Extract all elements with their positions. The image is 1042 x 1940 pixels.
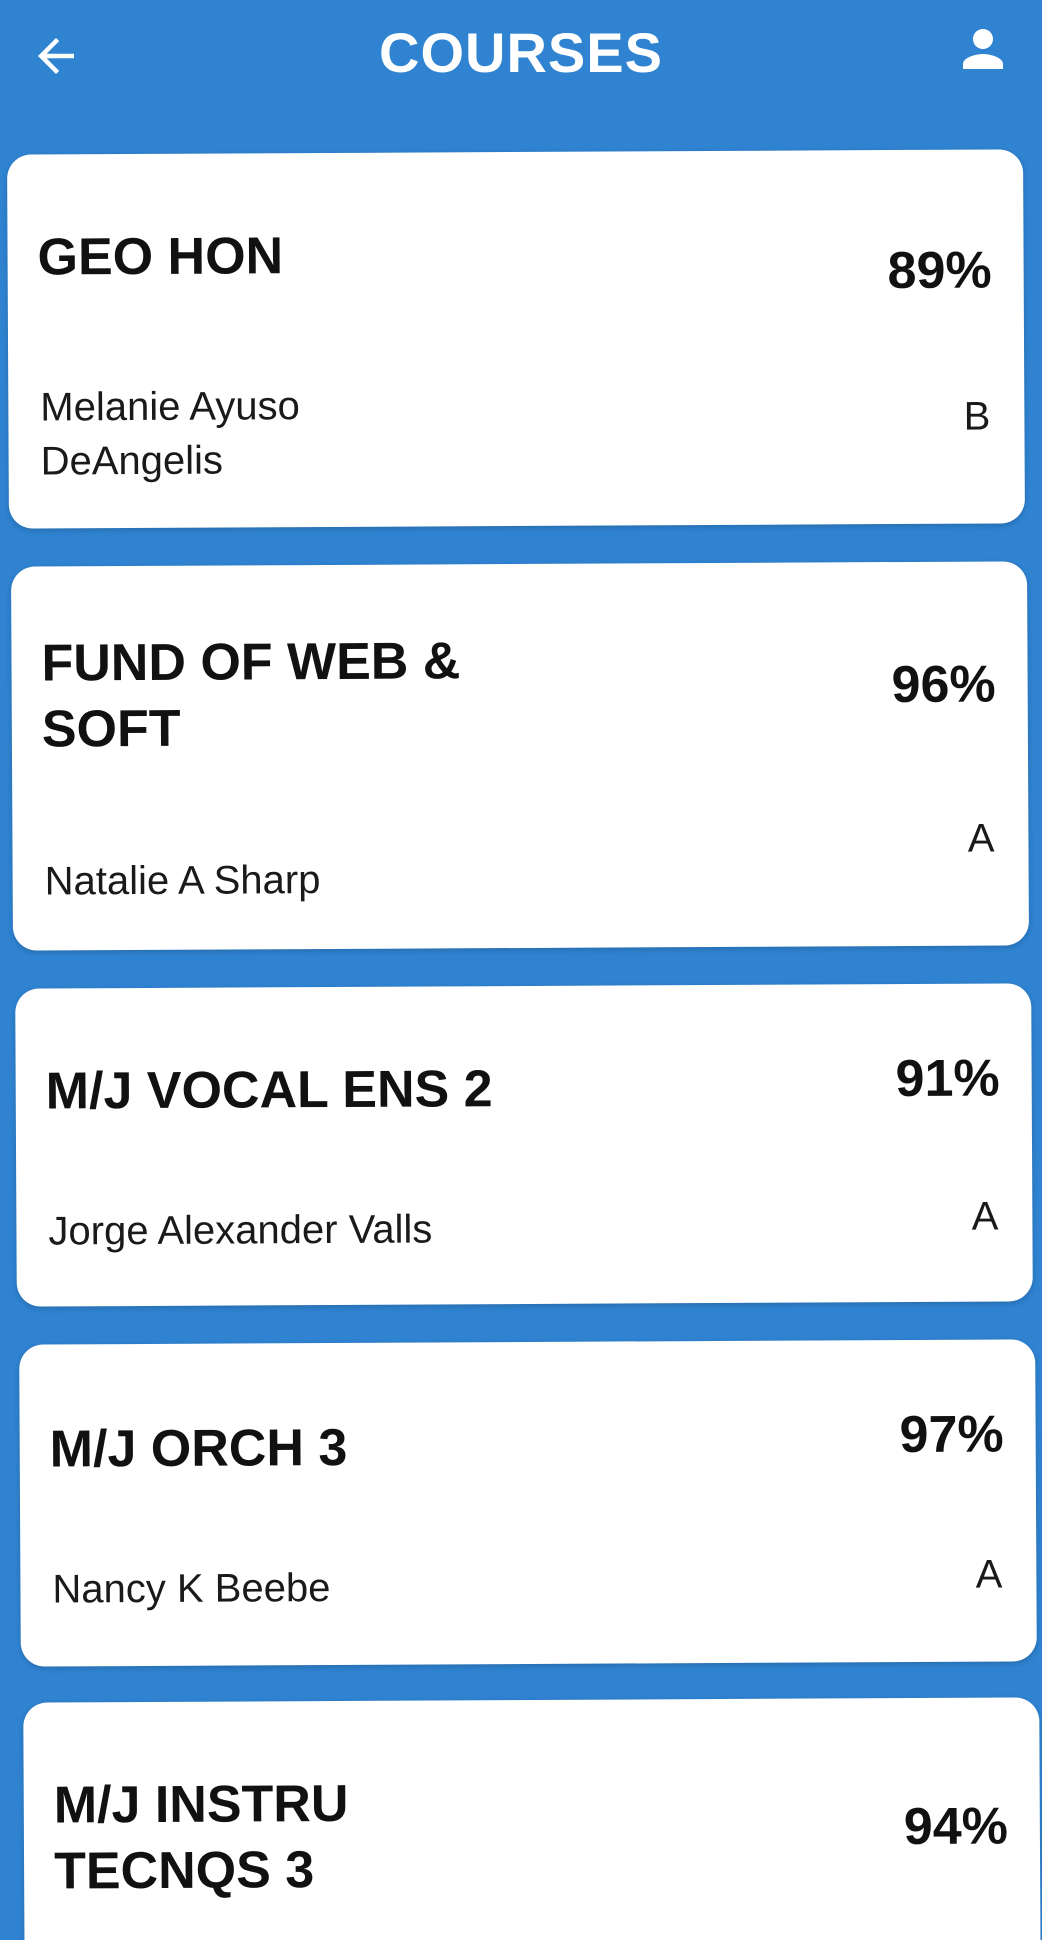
course-card[interactable]: FUND OF WEB & SOFT 96% Natalie A Sharp A	[11, 561, 1029, 951]
teacher-name: Nancy K Beebe	[52, 1566, 331, 1612]
app-header: COURSES	[0, 0, 1042, 120]
course-card[interactable]: M/J INSTRU TECNQS 3 94%	[23, 1697, 1041, 1940]
course-name: M/J ORCH 3	[49, 1418, 348, 1479]
person-icon	[963, 29, 1003, 69]
course-card[interactable]: M/J VOCAL ENS 2 91% Jorge Alexander Vall…	[15, 983, 1033, 1307]
courses-screen: GEO HON 89% Melanie Ayuso DeAngelis B FU…	[0, 0, 1042, 1940]
course-name: FUND OF WEB & SOFT	[41, 632, 461, 759]
letter-grade: A	[971, 1194, 999, 1239]
course-percent: 94%	[903, 1797, 1009, 1857]
course-name: M/J INSTRU TECNQS 3	[53, 1774, 349, 1901]
letter-grade: A	[975, 1552, 1003, 1597]
course-card[interactable]: M/J ORCH 3 97% Nancy K Beebe A	[19, 1339, 1037, 1667]
course-percent: 97%	[899, 1405, 1004, 1465]
course-card[interactable]: GEO HON 89% Melanie Ayuso DeAngelis B	[7, 149, 1025, 529]
letter-grade: A	[967, 816, 995, 861]
course-list: GEO HON 89% Melanie Ayuso DeAngelis B FU…	[0, 0, 1042, 1940]
page-title: COURSES	[379, 21, 663, 84]
course-name: GEO HON	[37, 227, 284, 287]
teacher-name: Natalie A Sharp	[44, 858, 321, 904]
course-percent: 91%	[895, 1049, 1000, 1109]
course-percent: 96%	[891, 655, 996, 715]
profile-button[interactable]	[948, 14, 1018, 84]
course-name: M/J VOCAL ENS 2	[45, 1060, 493, 1121]
teacher-name: Melanie Ayuso DeAngelis	[40, 384, 300, 484]
letter-grade: B	[963, 394, 991, 439]
course-percent: 89%	[887, 241, 992, 301]
teacher-name: Jorge Alexander Valls	[48, 1207, 433, 1254]
